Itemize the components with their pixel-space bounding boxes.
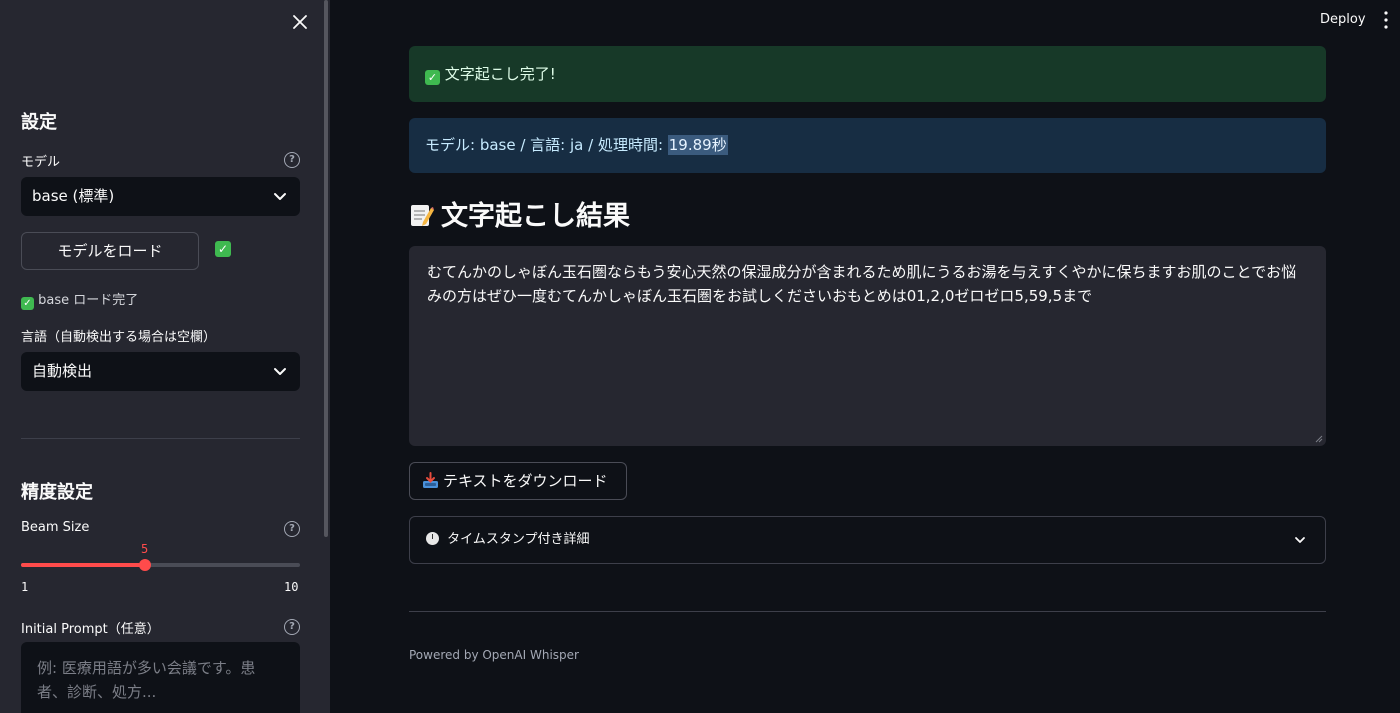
footer-text: Powered by OpenAI Whisper (409, 648, 579, 662)
language-select[interactable]: 自動検出 (21, 352, 300, 391)
chevron-down-icon (274, 193, 286, 200)
sidebar-scrollbar[interactable] (324, 0, 328, 537)
timestamp-details-expander[interactable]: タイムスタンプ付き詳細 (409, 516, 1326, 564)
help-icon[interactable]: ? (284, 521, 300, 537)
sidebar-divider (21, 438, 300, 439)
precision-heading: 精度設定 (21, 482, 93, 503)
clock-icon (426, 532, 439, 545)
slider-fill (21, 563, 145, 567)
help-icon[interactable]: ? (284, 619, 300, 635)
expander-label: タイムスタンプ付き詳細 (447, 532, 590, 547)
info-text: モデル: base / 言語: ja / 処理時間: (425, 136, 668, 154)
language-select-value: 自動検出 (32, 362, 93, 380)
resize-handle-icon[interactable] (1315, 435, 1323, 443)
load-model-button[interactable]: モデルをロード (21, 232, 199, 270)
model-select[interactable]: base (標準) (21, 177, 300, 216)
sidebar: 設定 モデル ? base (標準) モデルをロード ✓ ✓ base ロード完… (0, 0, 330, 713)
success-alert: ✓ 文字起こし完了! (409, 46, 1326, 102)
slider-thumb[interactable] (139, 559, 151, 571)
language-label: 言語（自動検出する場合は空欄） (21, 330, 217, 345)
close-icon (293, 15, 307, 29)
info-alert: モデル: base / 言語: ja / 処理時間: 19.89秒 (409, 118, 1326, 173)
load-success-icon: ✓ (215, 236, 231, 257)
beam-size-label: Beam Size (21, 520, 90, 535)
check-icon: ✓ (425, 70, 440, 85)
beam-size-slider[interactable] (21, 559, 300, 571)
memo-icon (411, 205, 434, 226)
main-divider (409, 611, 1326, 612)
section-title: 文字起こし結果 (409, 194, 630, 233)
transcript-textarea[interactable]: むてんかのしゃぼん玉石圏ならもう安心天然の保湿成分が含まれるため肌にうるお湯を与… (409, 246, 1326, 446)
beam-size-max: 10 (284, 580, 299, 594)
success-message: 文字起こし完了! (444, 65, 556, 83)
chevron-down-icon (1295, 537, 1305, 543)
close-sidebar-button[interactable] (288, 10, 312, 34)
model-label: モデル (21, 155, 61, 170)
beam-size-min: 1 (21, 580, 29, 594)
help-icon[interactable]: ? (284, 152, 300, 168)
section-title-text: 文字起こし結果 (441, 201, 630, 232)
check-icon: ✓ (21, 297, 34, 310)
processing-time: 19.89秒 (667, 135, 728, 155)
initial-prompt-input[interactable]: 例: 医療用語が多い会議です。患者、診断、処方... (21, 642, 300, 713)
deploy-button[interactable]: Deploy (1320, 12, 1366, 27)
download-button-label: テキストをダウンロード (443, 472, 608, 490)
settings-heading: 設定 (21, 112, 57, 133)
download-icon (423, 472, 438, 488)
beam-size-value: 5 (141, 542, 149, 556)
transcript-text: むてんかのしゃぼん玉石圏ならもう安心天然の保湿成分が含まれるため肌にうるお湯を与… (427, 263, 1297, 305)
load-status: ✓ base ロード完了 (21, 289, 138, 310)
download-text-button[interactable]: テキストをダウンロード (409, 462, 627, 500)
more-menu-icon[interactable] (1384, 10, 1388, 30)
load-status-text: base ロード完了 (38, 293, 139, 308)
chevron-down-icon (274, 368, 286, 375)
initial-prompt-label: Initial Prompt（任意） (21, 622, 160, 637)
model-select-value: base (標準) (32, 187, 115, 205)
